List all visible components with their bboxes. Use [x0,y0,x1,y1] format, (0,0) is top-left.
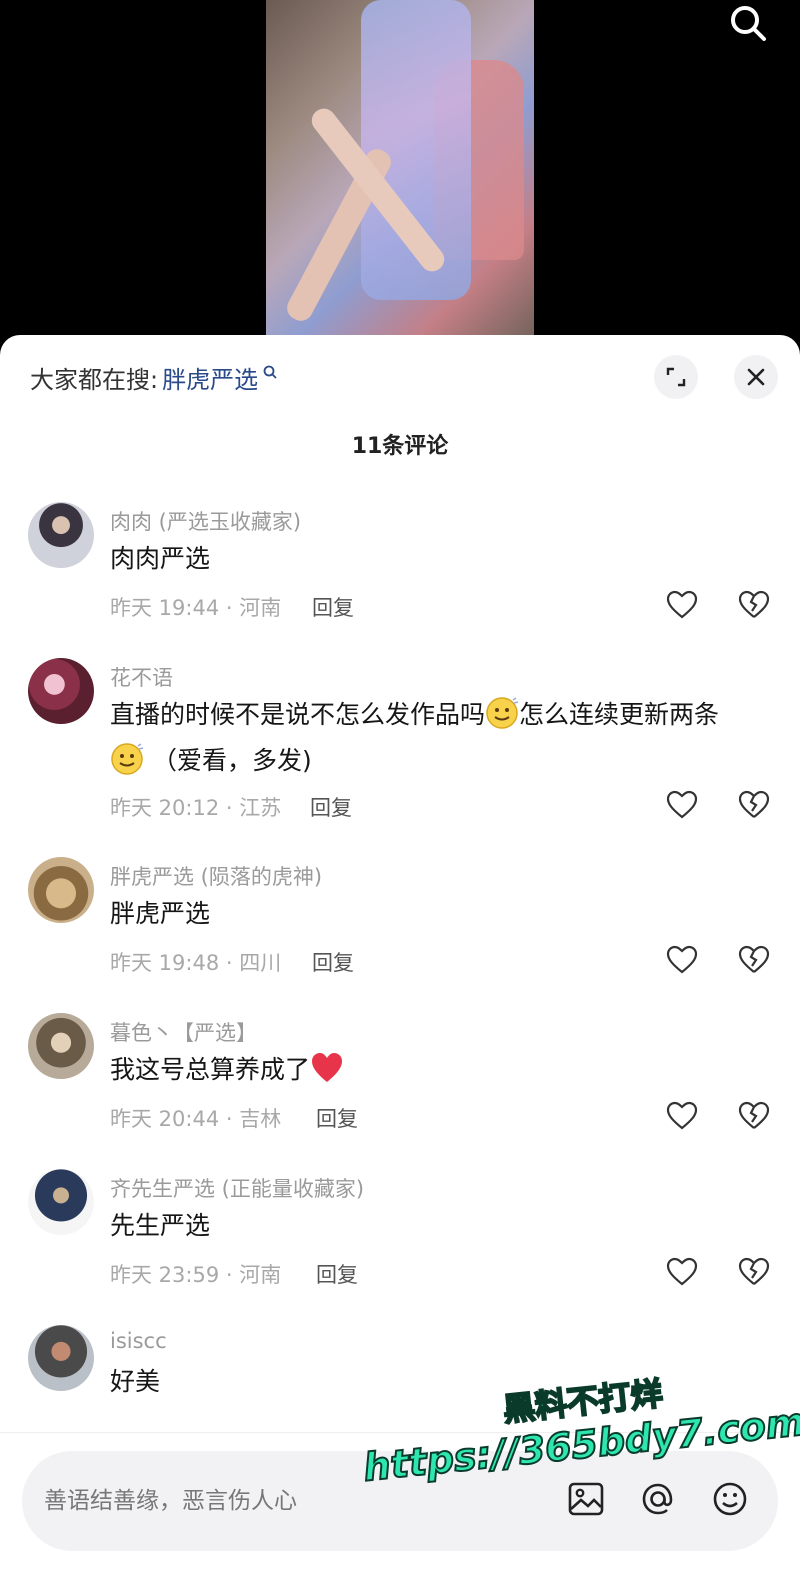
broken-heart-icon[interactable] [738,945,770,975]
comment-username[interactable]: 胖虎严选 (陨落的虎神) [110,861,322,891]
comment-username[interactable]: 暮色丶【严选】 [110,1017,257,1047]
comment-username[interactable]: isiscc [110,1329,167,1353]
reply-button[interactable]: 回复 [316,1259,358,1289]
comments-sheet: 大家都在搜: 胖虎严选 11条评论 肉肉 (严选玉收藏家) 肉肉严选 昨天 19… [0,335,800,1577]
avatar[interactable] [28,1169,94,1235]
emoji-icon[interactable] [710,1479,750,1519]
comment-meta: 昨天 19:44 · 河南 [110,596,282,620]
comment-meta: 昨天 20:12 · 江苏 [110,796,282,820]
comment-text-part: 我这号总算养成了 [110,1055,311,1084]
avatar[interactable] [28,502,94,568]
video-thumbnail [266,0,534,345]
comment-meta: 昨天 23:59 · 河南 [110,1263,282,1287]
comment-text: 直播的时候不是说不怎么发作品吗 怎么连续更新两条 （爱看，多发) [110,692,770,784]
comment-meta: 昨天 20:44 · 吉林 [110,1107,282,1131]
comment-input[interactable] [44,1477,344,1525]
comment-text: 好美 [110,1367,161,1396]
expand-icon [666,367,686,387]
comment-text: 先生严选 [110,1211,211,1240]
heart-icon[interactable] [666,1101,698,1131]
expand-button[interactable] [654,355,698,399]
reply-button[interactable]: 回复 [316,1103,358,1133]
comment-text: 胖虎严选 [110,899,211,928]
close-button[interactable] [734,355,778,399]
comment-username[interactable]: 花不语 [110,662,173,692]
close-icon [747,368,765,386]
avatar[interactable] [28,658,94,724]
avatar[interactable] [28,1325,94,1391]
comment-username[interactable]: 齐先生严选 (正能量收藏家) [110,1173,364,1203]
comment-text-part: 直播的时候不是说不怎么发作品吗 [110,700,486,729]
comment-count-title: 11条评论 [351,434,449,459]
search-icon[interactable] [726,2,770,46]
comment-text-part: 怎么连续更新两条 [519,700,720,729]
video-player[interactable] [0,0,800,345]
heart-icon[interactable] [666,790,698,820]
comment-meta: 昨天 19:48 · 四川 [110,951,282,975]
comment-input-box[interactable] [22,1451,778,1551]
heart-icon[interactable] [666,1257,698,1287]
hot-search-keyword[interactable]: 胖虎严选 [162,360,258,395]
heart-icon[interactable] [666,590,698,620]
smile-emoji-icon [111,743,144,775]
reply-button[interactable]: 回复 [310,792,352,822]
comment-text-part: （爱看，多发) [151,746,312,775]
hot-search-bar[interactable]: 大家都在搜: 胖虎严选 [30,357,278,397]
reply-button[interactable]: 回复 [312,947,354,977]
heart-icon[interactable] [666,945,698,975]
broken-heart-icon[interactable] [738,1257,770,1287]
at-icon[interactable] [638,1479,678,1519]
comment-text: 我这号总算养成了 [110,1047,770,1093]
search-icon [263,365,277,379]
broken-heart-icon[interactable] [738,1101,770,1131]
broken-heart-icon[interactable] [738,590,770,620]
avatar[interactable] [28,1013,94,1079]
comment-text: 肉肉严选 [110,544,211,573]
hot-search-prefix: 大家都在搜: [30,365,159,394]
red-heart-emoji-icon [312,1053,343,1082]
avatar[interactable] [28,857,94,923]
comment-username[interactable]: 肉肉 (严选玉收藏家) [110,506,301,536]
comment-input-bar [0,1432,800,1577]
smile-emoji-icon [486,697,519,729]
image-icon[interactable] [566,1479,606,1519]
reply-button[interactable]: 回复 [312,592,354,622]
broken-heart-icon[interactable] [738,790,770,820]
